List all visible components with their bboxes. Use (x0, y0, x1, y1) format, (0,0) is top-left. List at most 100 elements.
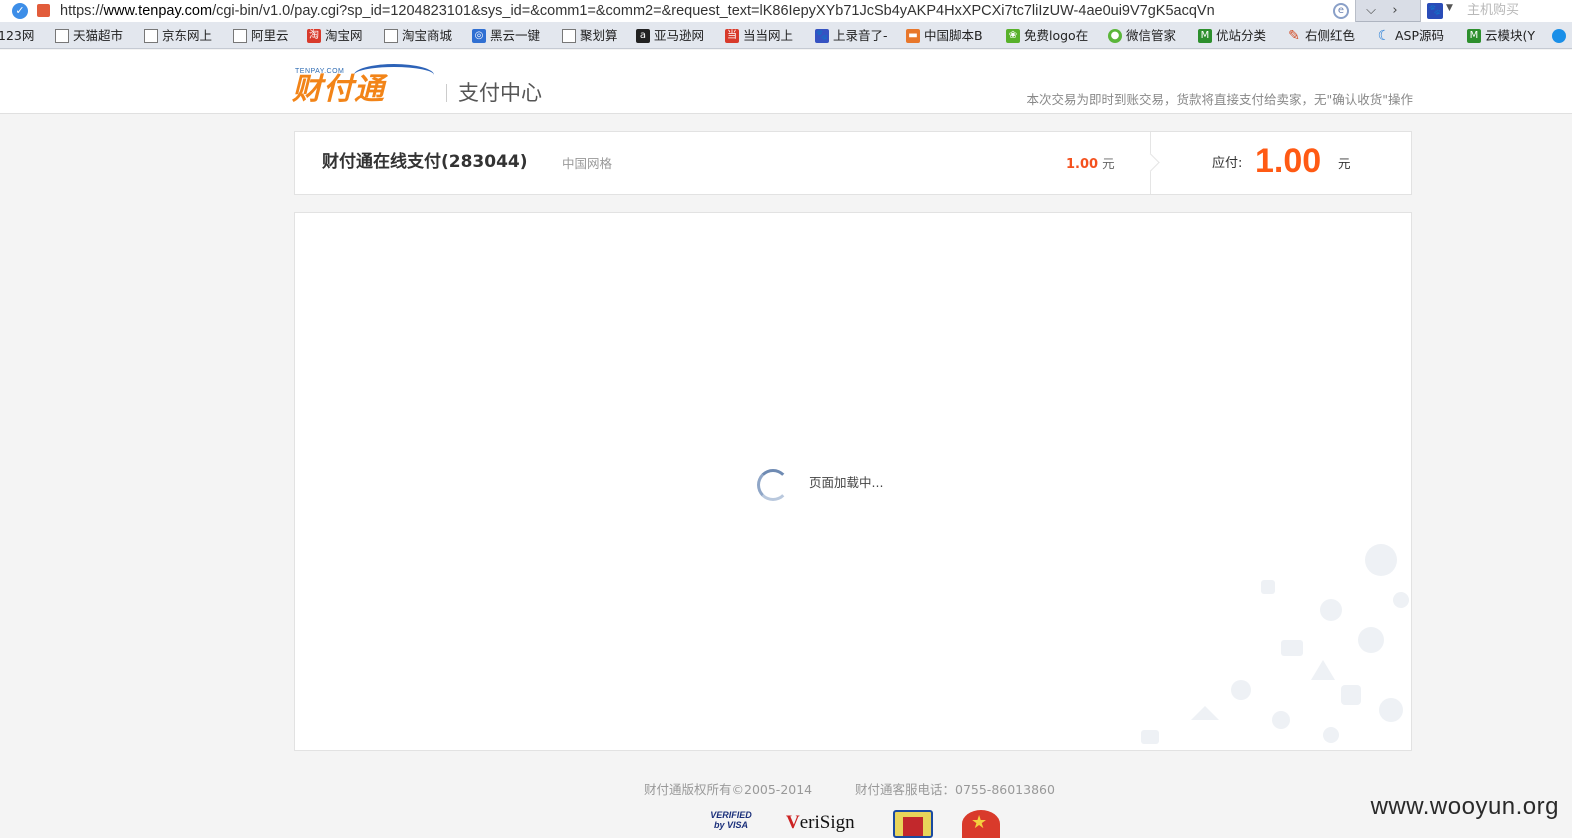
police-emblem-badge[interactable]: ★ (962, 810, 1000, 838)
transaction-note: 本次交易为即时到账交易，货款将直接支付给卖家，无"确认收货"操作 (1026, 92, 1413, 107)
bookmark-label: 右侧红色 (1305, 28, 1356, 43)
site-lock-icon (37, 4, 50, 17)
moon-icon: ☾ (1377, 27, 1391, 44)
tenpay-logo[interactable]: TENPAY.COM 财付通 (292, 64, 434, 107)
ie-compat-icon[interactable]: e (1333, 3, 1349, 19)
payment-content-panel: 页面加载中... (294, 212, 1412, 751)
bookmark-item[interactable]: 淘宝商城 (384, 26, 452, 45)
search-engine-dropdown-icon[interactable]: ▼ (1446, 3, 1453, 13)
url-text[interactable]: https://www.tenpay.com/cgi-bin/v1.0/pay.… (60, 1, 1330, 21)
browser-address-bar: ✓ https://www.tenpay.com/cgi-bin/v1.0/pa… (0, 0, 1572, 22)
bookmark-overflow-icon[interactable] (1552, 26, 1570, 45)
bookmark-label: 黑云一键 (490, 28, 541, 43)
amount-due-value: 1.00 (1255, 142, 1322, 180)
m-icon: M (1467, 28, 1481, 43)
bookmark-label: 优站分类 (1216, 28, 1267, 43)
bookmark-label: 淘宝商城 (402, 28, 453, 43)
search-engine-icon[interactable]: 🐾 (1427, 3, 1443, 19)
bookmark-label: 免费logo在 (1024, 28, 1089, 43)
separator-arrow-icon (1141, 153, 1160, 172)
order-amount-value: 1.00 (1066, 157, 1099, 172)
amount-due-label: 应付: (1212, 156, 1243, 171)
bookmark-label: 当当网上 (743, 28, 794, 43)
amazon-icon: a (636, 28, 650, 43)
order-amount: 1.00 元 (1066, 156, 1115, 173)
bookmark-item[interactable]: 天猫超市 (55, 26, 123, 45)
forward-arrow-icon[interactable]: › (1382, 1, 1408, 21)
cart-icon: ▬ (906, 28, 920, 43)
star-icon: ★ (971, 812, 988, 833)
amount-due-unit: 元 (1338, 156, 1351, 171)
bookmark-label: 阿里云 (251, 28, 289, 43)
bookmark-label: 天猫超市 (73, 28, 124, 43)
watermark: www.wooyun.org (1370, 793, 1559, 820)
bookmark-label: 淘宝网 (325, 28, 363, 43)
merchant-name: 中国网格 (562, 156, 613, 171)
security-certificate-badge[interactable] (893, 810, 933, 838)
page-icon (562, 28, 576, 43)
header-divider (446, 84, 447, 102)
search-placeholder[interactable]: 主机购买 (1467, 2, 1519, 20)
bookmark-item[interactable]: 阿里云 (233, 26, 289, 45)
bookmark-label: 中国脚本B (924, 28, 983, 43)
page-icon (55, 28, 69, 43)
page-icon (233, 28, 247, 43)
bookmark-label: 聚划算 (580, 28, 618, 43)
loading-spinner-icon (757, 469, 789, 501)
bookmark-item[interactable]: M 云模块(Y (1467, 26, 1535, 45)
bookmark-label: ASP源码 (1395, 28, 1445, 43)
verisign-v: V (786, 812, 800, 833)
bookmark-label: 上录音了- (833, 28, 888, 43)
order-amount-unit: 元 (1102, 156, 1115, 171)
bookmark-item[interactable]: ❀ 免费logo在 (1006, 26, 1088, 45)
verisign-badge[interactable]: VeriSign (786, 810, 864, 838)
site-header: TENPAY.COM 财付通 支付中心 本次交易为即时到账交易，货款将直接支付给… (0, 50, 1572, 114)
bookmark-item[interactable]: ● 微信管家 (1108, 26, 1176, 45)
loading-text: 页面加载中... (809, 475, 884, 490)
footer-copyright: 财付通版权所有©2005-2014 (644, 782, 813, 797)
leaf-icon: ❀ (1006, 28, 1020, 43)
taobao-icon: 淘 (307, 28, 321, 43)
bookmark-item[interactable]: a 亚马逊网 (636, 26, 704, 45)
bookmarks-bar: 123网 天猫超市 京东网上 阿里云 淘淘宝网 淘宝商城 ◎ 黑云一键 聚划算 a… (0, 22, 1572, 49)
visa-badge-text: VERIFIED by VISA (710, 810, 752, 830)
cloud-icon (1552, 28, 1566, 43)
security-shield-icon[interactable]: ✓ (12, 3, 28, 19)
bookmark-item[interactable]: ◎ 黑云一键 (472, 26, 540, 45)
m-icon: M (1198, 28, 1212, 43)
bookmark-item[interactable]: ✎ 右侧红色 (1287, 26, 1355, 45)
url-field[interactable]: ✓ https://www.tenpay.com/cgi-bin/v1.0/pa… (0, 0, 1356, 22)
pencil-icon: ✎ (1288, 27, 1300, 44)
url-prefix: https:// (60, 3, 104, 19)
bookmark-label: 123网 (0, 28, 35, 43)
verisign-text: eriSign (799, 812, 855, 833)
bookmark-item[interactable]: 京东网上 (144, 26, 212, 45)
bookmark-item[interactable]: 聚划算 (562, 26, 618, 45)
bookmark-item[interactable]: 当当当网上 (725, 26, 793, 45)
bookmark-item[interactable]: ☾ ASP源码 (1377, 26, 1444, 45)
bookmark-item[interactable]: 🐾 上录音了- (815, 26, 888, 45)
bookmark-item[interactable]: ▬ 中国脚本B (906, 26, 983, 45)
bookmark-item[interactable]: 123网 (0, 26, 34, 45)
heiyun-icon: ◎ (472, 28, 486, 43)
header-subtitle: 支付中心 (458, 81, 542, 105)
url-host: www.tenpay.com (103, 3, 213, 19)
bookmark-label: 微信管家 (1126, 28, 1177, 43)
decorative-pattern-icon (1141, 544, 1409, 744)
search-box[interactable]: 🐾 ▼ 主机购买 (1420, 0, 1572, 22)
order-title: 财付通在线支付(283044) (322, 152, 528, 172)
footer-phone: 财付通客服电话：0755-86013860 (855, 782, 1055, 797)
dropdown-arrow-icon[interactable]: ⌵ (1358, 1, 1384, 21)
bookmark-label: 京东网上 (162, 28, 213, 43)
page-icon (144, 28, 158, 43)
logo-chinese: 财付通 (292, 72, 385, 107)
bookmark-item[interactable]: 淘淘宝网 (307, 26, 363, 45)
bookmark-label: 云模块(Y (1485, 28, 1536, 43)
badge-inner-icon (903, 817, 923, 836)
bookmark-item[interactable]: M 优站分类 (1198, 26, 1266, 45)
url-path: /cgi-bin/v1.0/pay.cgi?sp_id=1204823101&s… (212, 3, 1215, 19)
dangdang-icon: 当 (725, 28, 739, 43)
bookmark-label: 亚马逊网 (654, 28, 705, 43)
order-summary: 财付通在线支付(283044) 中国网格 1.00 元 应付: 1.00 元 (294, 131, 1412, 195)
verified-by-visa-badge[interactable]: VERIFIED by VISA (704, 810, 758, 838)
